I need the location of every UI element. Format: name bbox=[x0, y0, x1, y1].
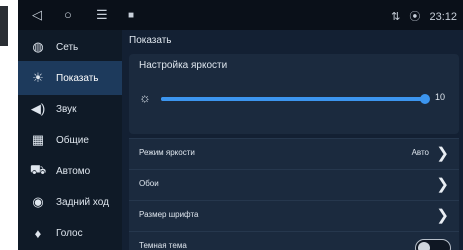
sidebar-item-label: Показать bbox=[56, 72, 99, 84]
globe-icon: ◍ bbox=[32, 39, 44, 54]
sidebar-item-label: Задний ход bbox=[56, 196, 109, 208]
status-right: ⇅ ⦿ 23:12 bbox=[385, 8, 457, 24]
clock: 23:12 bbox=[429, 11, 457, 23]
brightness-slider-handle[interactable] bbox=[420, 94, 430, 104]
brightness-slider[interactable] bbox=[161, 94, 430, 104]
notification-dot-icon: ■ bbox=[128, 10, 135, 21]
font-size-label: Размер шрифта bbox=[139, 210, 199, 219]
dark-theme-row: Темная тема bbox=[129, 231, 459, 250]
car-icon: ⛟ bbox=[29, 162, 47, 177]
sidebar-item-network[interactable]: ◍ Сеть bbox=[18, 30, 122, 64]
brightness-title: Настройка яркости bbox=[139, 60, 228, 71]
status-bar: ◁ ○ ☰ ■ ⇅ ⦿ 23:12 bbox=[18, 0, 463, 30]
sidebar-item-auto[interactable]: ⛟ Автомо bbox=[18, 154, 122, 188]
chevron-right-icon: ❯ bbox=[436, 207, 449, 224]
brightness-icon: ☀ bbox=[32, 70, 44, 85]
location-pin-icon: ⦿ bbox=[409, 11, 421, 23]
sidebar-item-sound[interactable]: ◀) Звук bbox=[18, 92, 122, 126]
device-bezel bbox=[0, 0, 18, 250]
chevron-right-icon: ❯ bbox=[436, 145, 449, 162]
brightness-slider-fill bbox=[161, 97, 425, 101]
grid-icon: ▦ bbox=[31, 132, 45, 147]
speaker-icon: ◀) bbox=[30, 101, 46, 116]
brightness-mode-label: Режим яркости bbox=[139, 148, 195, 157]
home-icon[interactable]: ○ bbox=[64, 8, 72, 22]
sidebar-item-reverse[interactable]: ◉ Задний ход bbox=[18, 185, 122, 219]
head-unit-screen: ◁ ○ ☰ ■ ⇅ ⦿ 23:12 ◍ Сеть ☀ Показать ◀) З… bbox=[18, 0, 463, 250]
page-title: Показать bbox=[129, 35, 172, 46]
toggle-knob bbox=[418, 242, 430, 250]
display-settings-panel: Показать Настройка яркости ☼ 10 Режим яр… bbox=[122, 30, 463, 250]
sidebar-item-label: Общие bbox=[56, 134, 89, 146]
bezel-bracket bbox=[0, 6, 8, 46]
sidebar-item-label: Сеть bbox=[56, 41, 79, 53]
back-icon[interactable]: ◁ bbox=[32, 8, 42, 22]
font-size-row[interactable]: Размер шрифта ❯ bbox=[129, 200, 459, 231]
sidebar-item-label: Звук bbox=[56, 103, 77, 115]
sidebar-item-label: Голос bbox=[56, 227, 83, 239]
dark-theme-toggle[interactable] bbox=[415, 239, 451, 250]
microphone-icon: ♦ bbox=[34, 225, 42, 241]
sidebar-item-display[interactable]: ☀ Показать bbox=[18, 61, 122, 95]
brightness-card: Настройка яркости ☼ 10 bbox=[129, 54, 459, 134]
chevron-right-icon: ❯ bbox=[436, 176, 449, 193]
brightness-value: 10 bbox=[435, 92, 446, 102]
camera-icon: ◉ bbox=[32, 194, 44, 209]
menu-icon[interactable]: ☰ bbox=[96, 8, 108, 22]
brightness-mode-value: Авто bbox=[411, 148, 429, 157]
settings-sidebar: ◍ Сеть ☀ Показать ◀) Звук ▦ Общие ⛟ Авто… bbox=[18, 30, 122, 250]
dark-theme-label: Темная тема bbox=[139, 241, 187, 250]
brightness-mode-row[interactable]: Режим яркости Авто ❯ bbox=[129, 138, 459, 169]
sidebar-item-general[interactable]: ▦ Общие bbox=[18, 123, 122, 157]
signal-icon: ⇅ bbox=[391, 11, 401, 23]
sun-icon: ☼ bbox=[139, 90, 151, 105]
wallpaper-row[interactable]: Обои ❯ bbox=[129, 169, 459, 200]
sidebar-item-label: Автомо bbox=[56, 165, 91, 177]
wallpaper-label: Обои bbox=[139, 179, 159, 188]
sidebar-item-voice[interactable]: ♦ Голос bbox=[18, 216, 122, 250]
